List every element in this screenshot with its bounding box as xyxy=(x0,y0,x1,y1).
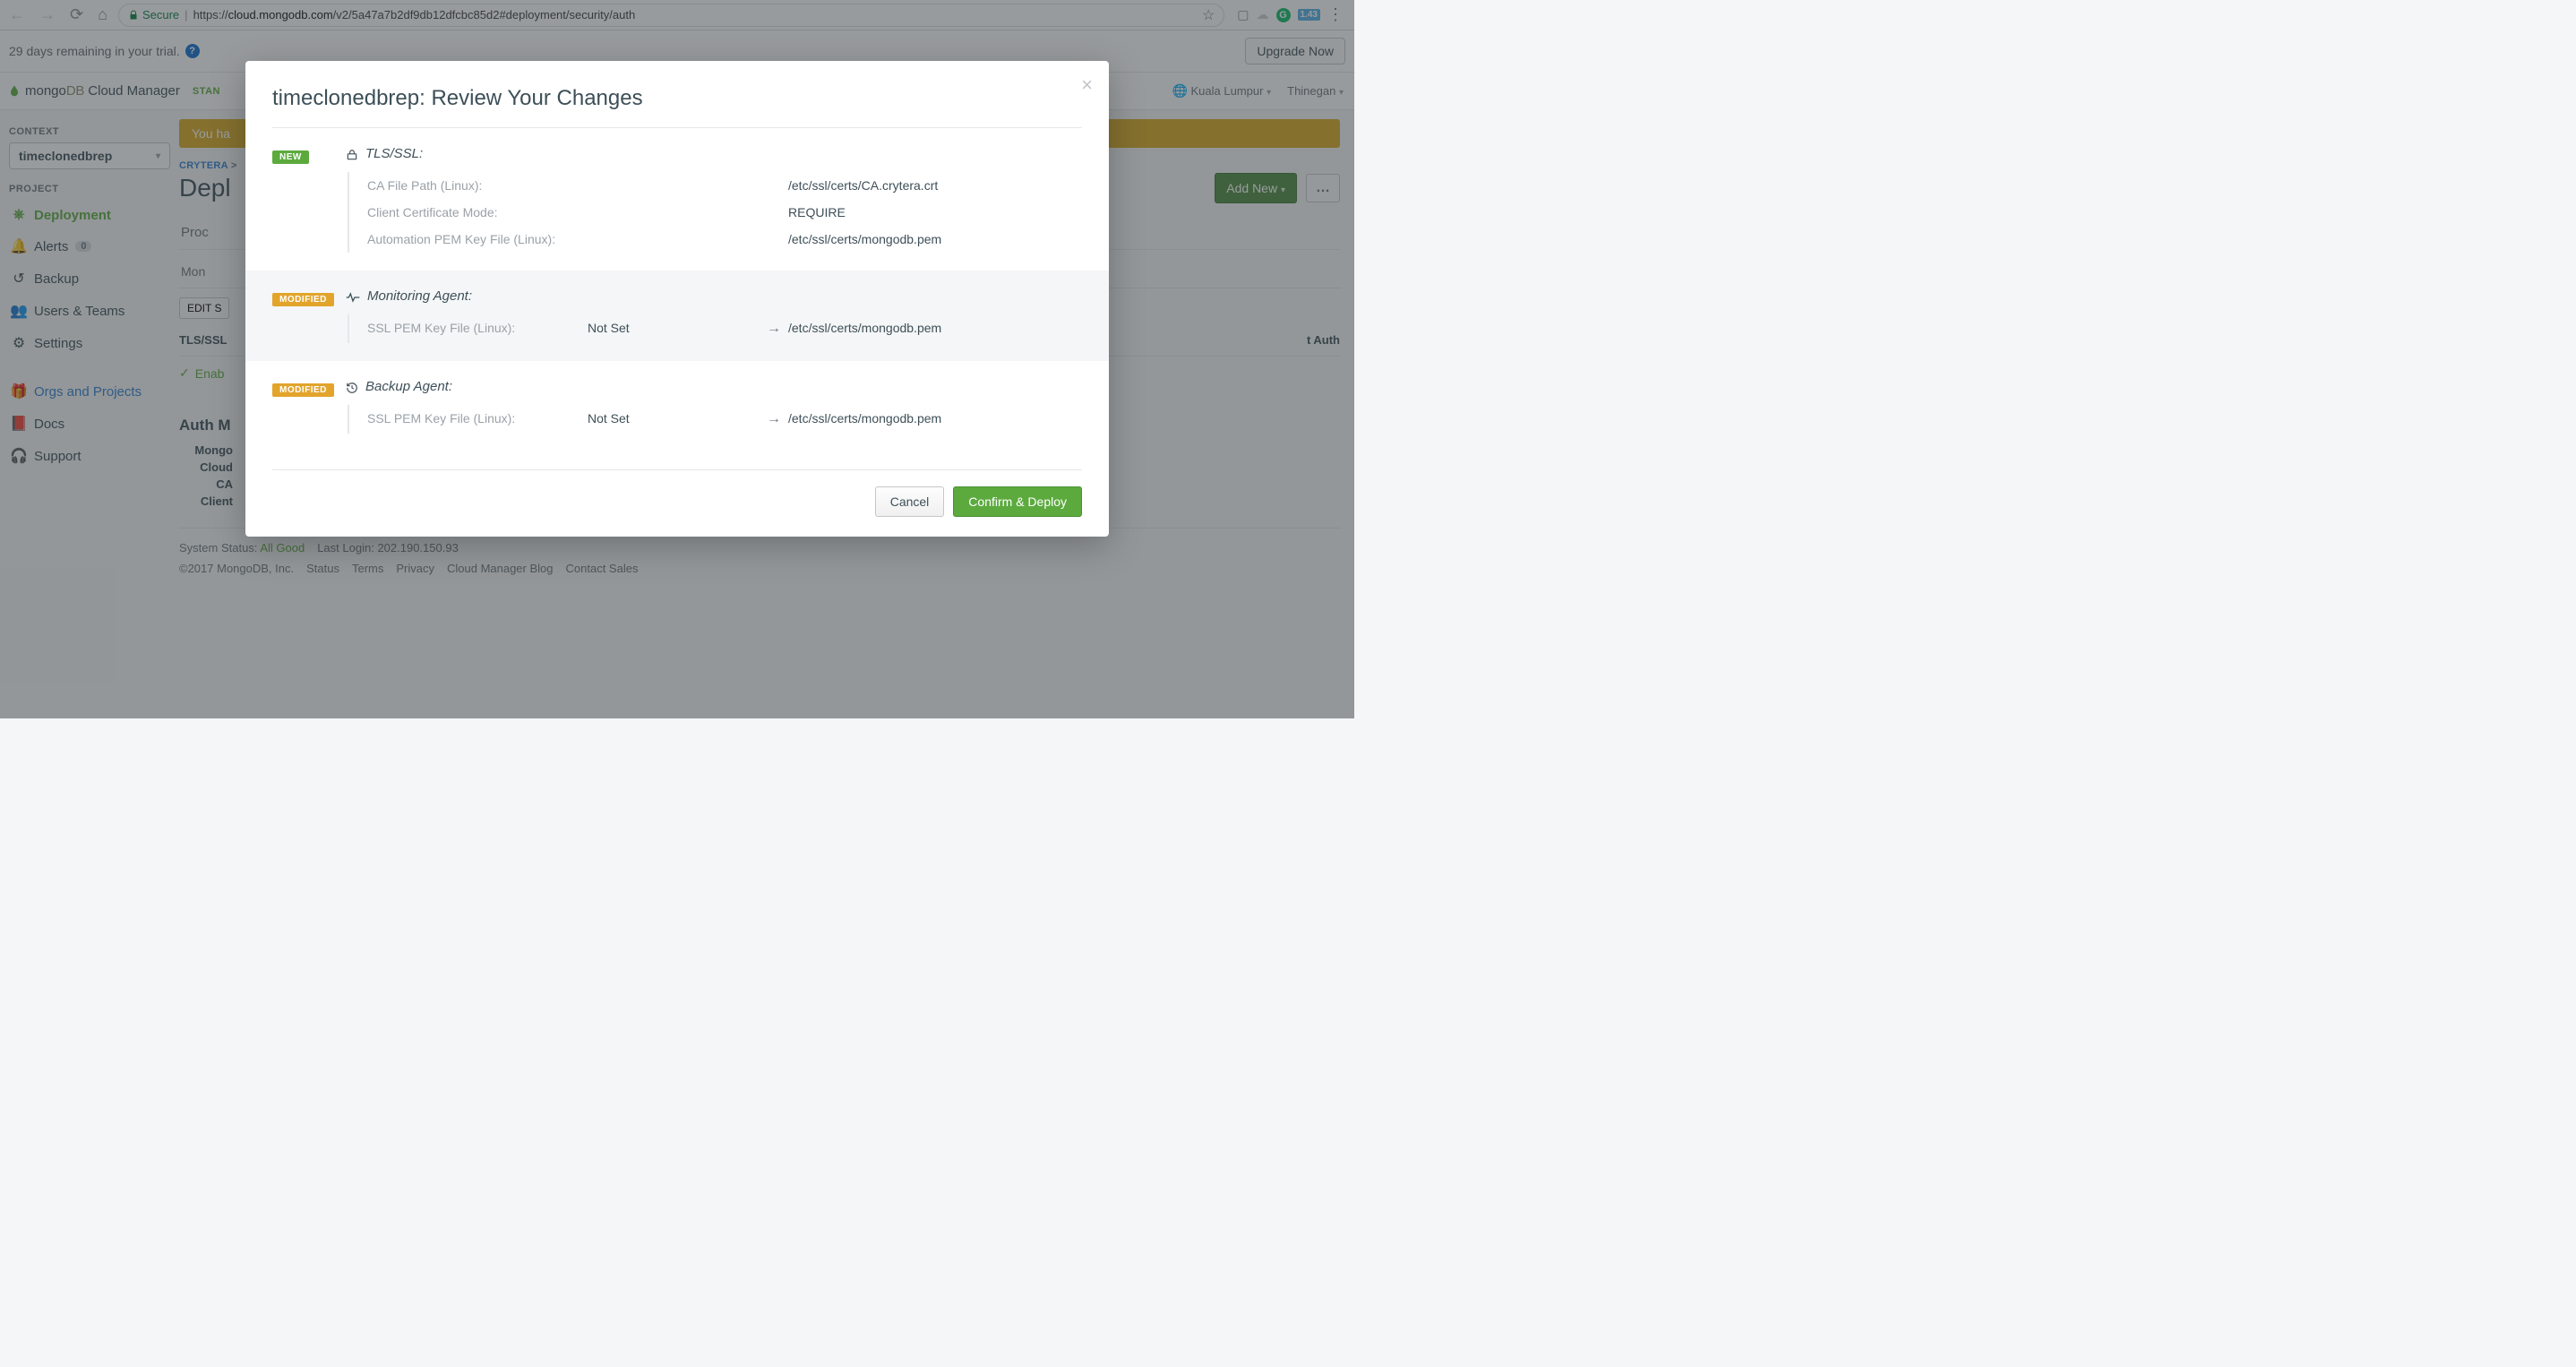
prop-row: SSL PEM Key File (Linux): Not Set → /etc… xyxy=(348,405,1082,434)
tag-modified: MODIFIED xyxy=(272,383,334,397)
pulse-icon xyxy=(346,288,360,303)
section-heading: Backup Agent: xyxy=(346,379,1082,394)
confirm-deploy-button[interactable]: Confirm & Deploy xyxy=(953,486,1082,517)
prop-row: CA File Path (Linux): /etc/ssl/certs/CA.… xyxy=(348,172,1082,199)
prop-row: SSL PEM Key File (Linux): Not Set → /etc… xyxy=(348,314,1082,343)
section-tlsssl: NEW TLS/SSL: CA File Path (Linux): /etc/… xyxy=(272,128,1082,271)
prop-row: Client Certificate Mode: REQUIRE xyxy=(348,199,1082,226)
modal-title: timeclonedbrep: Review Your Changes xyxy=(272,86,1082,128)
section-heading: Monitoring Agent: xyxy=(346,288,1082,304)
close-icon[interactable]: × xyxy=(1081,73,1093,97)
section-monitoring: MODIFIED Monitoring Agent: SSL PEM Key F… xyxy=(245,271,1109,361)
tag-modified: MODIFIED xyxy=(272,293,334,306)
tag-new: NEW xyxy=(272,150,309,164)
prop-row: Automation PEM Key File (Linux): /etc/ss… xyxy=(348,226,1082,253)
history-icon xyxy=(346,379,358,393)
modal-overlay: × timeclonedbrep: Review Your Changes NE… xyxy=(0,0,1354,718)
ssl-icon xyxy=(346,146,358,160)
section-backup: MODIFIED Backup Agent: SSL PEM Key File … xyxy=(272,361,1082,451)
section-heading: TLS/SSL: xyxy=(346,146,1082,161)
review-changes-modal: × timeclonedbrep: Review Your Changes NE… xyxy=(245,61,1109,537)
arrow-right-icon: → xyxy=(767,321,788,337)
cancel-button[interactable]: Cancel xyxy=(875,486,945,517)
arrow-right-icon: → xyxy=(767,411,788,427)
modal-footer: Cancel Confirm & Deploy xyxy=(272,469,1082,517)
